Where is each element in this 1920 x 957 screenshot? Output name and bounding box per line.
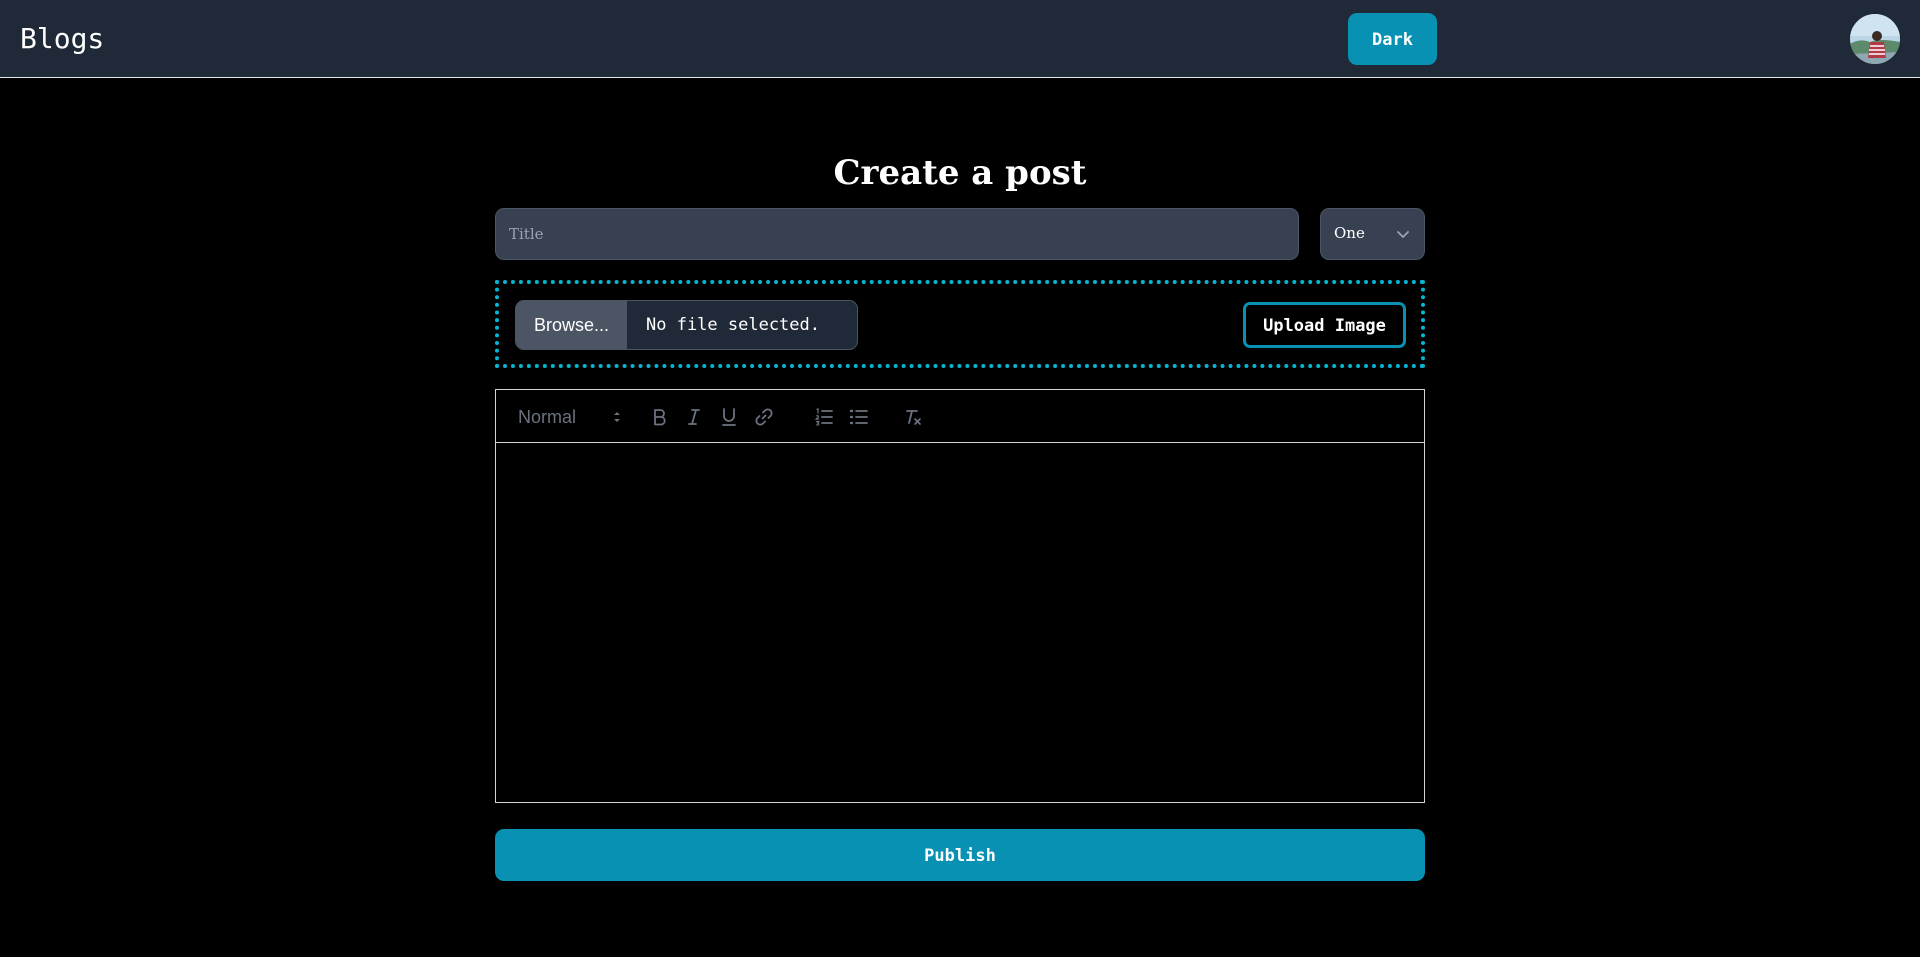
publish-button[interactable]: Publish <box>495 829 1425 881</box>
rich-text-editor: Normal <box>495 389 1425 803</box>
heading-format-select[interactable]: Normal <box>518 406 626 428</box>
bullet-list-icon <box>849 409 868 425</box>
upload-image-button[interactable]: Upload Image <box>1243 302 1406 348</box>
chevron-down-icon <box>1397 231 1409 238</box>
browse-button[interactable]: Browse... <box>516 301 627 349</box>
bullet-list-button[interactable] <box>848 406 870 428</box>
italic-button[interactable] <box>683 406 705 428</box>
category-select[interactable]: One <box>1320 208 1425 260</box>
brand-title[interactable]: Blogs <box>20 22 104 56</box>
clear-format-icon <box>906 410 921 425</box>
ordered-list-button[interactable] <box>813 406 835 428</box>
link-icon <box>755 408 773 426</box>
user-avatar[interactable] <box>1850 14 1900 64</box>
heading-format-value: Normal <box>518 407 577 427</box>
file-status-text: No file selected. <box>646 315 820 335</box>
underline-icon <box>722 408 736 426</box>
image-upload-zone: Browse... No file selected. Upload Image <box>495 280 1425 368</box>
theme-toggle-button[interactable]: Dark <box>1348 13 1437 65</box>
avatar-image <box>1850 14 1900 64</box>
updown-arrows-icon <box>614 412 620 422</box>
category-selected-value: One <box>1334 224 1365 242</box>
bold-button[interactable] <box>648 406 670 428</box>
file-input[interactable]: Browse... No file selected. <box>515 300 858 350</box>
page-title: Create a post <box>833 152 1087 193</box>
ordered-list-icon <box>814 408 833 426</box>
link-button[interactable] <box>753 406 775 428</box>
editor-content-area[interactable] <box>496 444 1424 802</box>
bold-icon <box>654 409 666 426</box>
top-navbar: Blogs Dark <box>0 0 1920 78</box>
clear-format-button[interactable] <box>902 406 924 428</box>
post-title-input[interactable] <box>495 208 1299 260</box>
italic-icon <box>688 409 700 425</box>
underline-button[interactable] <box>718 406 740 428</box>
editor-toolbar: Normal <box>496 390 1424 443</box>
